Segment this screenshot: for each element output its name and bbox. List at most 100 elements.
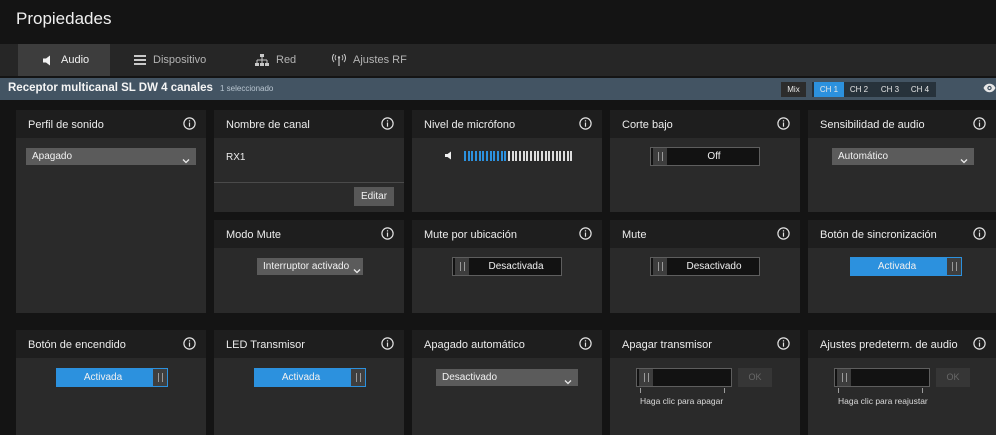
- slider-handle[interactable]: [639, 369, 653, 386]
- mix-button[interactable]: Mix: [781, 82, 806, 97]
- sound-profile-dropdown[interactable]: Apagado: [26, 148, 196, 165]
- auto-off-dropdown[interactable]: Desactivado: [436, 369, 578, 386]
- slider-tick: [922, 388, 923, 393]
- meter-segment: [497, 151, 499, 161]
- tab-label: Audio: [61, 54, 90, 66]
- card-title: Sensibilidad de audio: [820, 119, 925, 131]
- card-channel-name: Nombre de canal RX1 Editar: [214, 110, 404, 212]
- info-icon[interactable]: [183, 337, 196, 350]
- card-title: Nombre de canal: [226, 119, 310, 131]
- info-icon[interactable]: [579, 117, 592, 130]
- card-transmitter-off: Apagar transmisor OK Haga clic para apag…: [610, 330, 800, 435]
- card-mic-level: Nivel de micrófono: [412, 110, 602, 212]
- meter-segment: [533, 151, 536, 161]
- card-title: Modo Mute: [226, 229, 282, 241]
- card-header: Ajustes predeterm. de audio: [808, 330, 996, 358]
- card-header: Botón de encendido: [16, 330, 206, 358]
- network-icon: [255, 54, 269, 66]
- card-sound-profile: Perfil de sonido Apagado: [16, 110, 206, 313]
- transmitter-off-slider[interactable]: [636, 368, 732, 387]
- info-icon[interactable]: [381, 337, 394, 350]
- info-icon[interactable]: [777, 117, 790, 130]
- card-header: Nivel de micrófono: [412, 110, 602, 138]
- power-button-toggle[interactable]: Activada: [56, 368, 168, 387]
- meter-segment: [482, 151, 485, 161]
- mic-level-meter[interactable]: [464, 151, 574, 161]
- card-audio-presets: Ajustes predeterm. de audio OK Haga clic…: [808, 330, 996, 435]
- location-mute-toggle[interactable]: Desactivada: [452, 257, 562, 276]
- slider-tick: [724, 388, 725, 393]
- tab-ajustes-rf[interactable]: Ajustes RF: [332, 44, 422, 76]
- meter-segment: [464, 151, 466, 161]
- info-icon[interactable]: [579, 227, 592, 240]
- info-icon[interactable]: [579, 337, 592, 350]
- channel-button-ch4[interactable]: CH 4: [905, 82, 935, 97]
- card-header: Sensibilidad de audio: [808, 110, 996, 138]
- chevron-down-icon: [960, 153, 968, 170]
- ok-button[interactable]: OK: [936, 368, 970, 387]
- toggle-label: Desactivada: [488, 261, 544, 272]
- info-icon[interactable]: [381, 227, 394, 240]
- slider-handle[interactable]: [837, 369, 851, 386]
- toggle-knob: [947, 258, 961, 275]
- card-header: Mute: [610, 220, 800, 248]
- ok-button[interactable]: OK: [738, 368, 772, 387]
- meter-segment: [467, 151, 470, 161]
- card-title: Mute: [622, 229, 647, 241]
- slider-tick: [838, 388, 839, 393]
- device-name: Receptor multicanal SL DW 4 canales: [8, 82, 213, 94]
- card-header: Apagado automático: [412, 330, 602, 358]
- meter-segment: [544, 151, 547, 161]
- selection-count: 1 seleccionado: [220, 84, 274, 93]
- edit-button[interactable]: Editar: [354, 187, 394, 206]
- info-icon[interactable]: [183, 117, 196, 130]
- info-icon[interactable]: [777, 227, 790, 240]
- card-title: Botón de encendido: [28, 339, 126, 351]
- meter-segment: [475, 151, 477, 161]
- audio-sensitivity-dropdown[interactable]: Automático: [832, 148, 974, 165]
- info-icon[interactable]: [973, 227, 986, 240]
- led-transmitter-toggle[interactable]: Activada: [254, 368, 366, 387]
- toggle-label: Activada: [83, 372, 123, 383]
- card-mute: Mute Desactivado: [610, 220, 800, 313]
- chevron-down-icon: [182, 153, 190, 170]
- info-icon[interactable]: [973, 337, 986, 350]
- dropdown-value: Desactivado: [442, 372, 498, 383]
- mute-toggle[interactable]: Desactivado: [650, 257, 760, 276]
- hint-text: Haga clic para reajustar: [838, 396, 928, 406]
- tab-dispositivo[interactable]: Dispositivo: [134, 44, 234, 76]
- mute-mode-dropdown[interactable]: Interruptor activado: [257, 258, 363, 275]
- channel-button-ch1[interactable]: CH 1: [814, 82, 844, 97]
- card-power-button: Botón de encendido Activada: [16, 330, 206, 435]
- meter-segment: [522, 151, 525, 161]
- meter-segment: [552, 151, 554, 161]
- info-icon[interactable]: [973, 117, 986, 130]
- tab-red[interactable]: Red: [255, 44, 315, 76]
- meter-segment: [566, 151, 569, 161]
- card-title: Perfil de sonido: [28, 119, 104, 131]
- sync-button-toggle[interactable]: Activada: [850, 257, 962, 276]
- channel-button-ch2[interactable]: CH 2: [844, 82, 874, 97]
- channel-button-ch3[interactable]: CH 3: [875, 82, 905, 97]
- meter-segment: [519, 151, 521, 161]
- card-title: Botón de sincronización: [820, 229, 937, 241]
- card-audio-sensitivity: Sensibilidad de audio Automático: [808, 110, 996, 212]
- audio-presets-slider[interactable]: [834, 368, 930, 387]
- card-mute-mode: Modo Mute Interruptor activado: [214, 220, 404, 313]
- low-cut-toggle[interactable]: Off: [650, 147, 760, 166]
- chevron-down-icon: [349, 263, 363, 275]
- speaker-icon: [444, 151, 454, 163]
- toggle-label: Off: [707, 151, 721, 162]
- eye-icon[interactable]: [983, 83, 996, 96]
- info-icon[interactable]: [777, 337, 790, 350]
- card-low-cut: Corte bajo Off: [610, 110, 800, 212]
- meter-segment: [537, 151, 540, 161]
- tab-audio[interactable]: Audio: [18, 44, 110, 76]
- meter-segment: [530, 151, 532, 161]
- meter-segment: [526, 151, 529, 161]
- info-icon[interactable]: [381, 117, 394, 130]
- card-auto-off: Apagado automático Desactivado: [412, 330, 602, 435]
- meter-segment: [500, 151, 503, 161]
- meter-segment: [548, 151, 551, 161]
- hint-text: Haga clic para apagar: [640, 396, 724, 406]
